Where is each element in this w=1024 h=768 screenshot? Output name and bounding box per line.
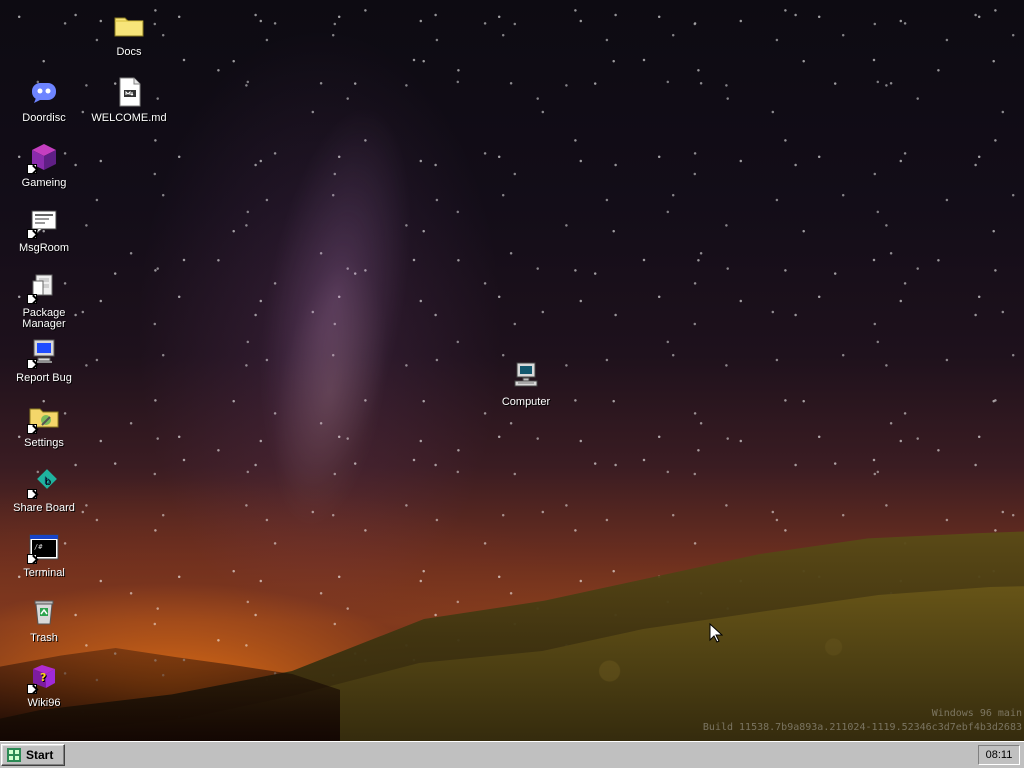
start-label: Start — [26, 748, 54, 762]
terminal-icon: /# — [27, 531, 60, 564]
shortcut-arrow-icon — [27, 294, 37, 304]
markdown-file-icon — [113, 76, 145, 108]
share-board-icon: b — [27, 466, 60, 499]
folder-icon — [113, 10, 145, 42]
start-logo-icon — [6, 747, 22, 763]
mouse-pointer-icon — [709, 622, 724, 643]
desktop-icon-label: Share Board — [13, 502, 75, 514]
taskbar: Start 08:11 — [0, 741, 1024, 768]
desktop-icon-label: Wiki96 — [27, 697, 61, 709]
desktop-icon-label: Doordisc — [22, 112, 66, 124]
computer-icon — [510, 360, 542, 392]
desktop-icon-label: Trash — [30, 632, 58, 644]
desktop-icon-docs[interactable]: Docs — [89, 10, 169, 58]
desktop-icon-computer[interactable]: Computer — [486, 360, 566, 408]
desktop-icon-gameing[interactable]: Gameing — [4, 141, 84, 189]
shortcut-arrow-icon — [27, 554, 37, 564]
start-button[interactable]: Start — [1, 744, 65, 766]
desktop-icon-msgroom[interactable]: MsgRoom — [4, 206, 84, 254]
desktop-icon-label: Settings — [24, 437, 64, 449]
taskbar-clock: 08:11 — [978, 745, 1020, 765]
desktop-icon-wiki96[interactable]: ? Wiki96 — [4, 661, 84, 709]
desktop-icon-doordisc[interactable]: Doordisc — [4, 76, 84, 124]
desktop-icon-label: MsgRoom — [18, 242, 70, 254]
desktop-icon-label: Docs — [116, 46, 142, 58]
shortcut-arrow-icon — [27, 164, 37, 174]
desktop-icon-terminal[interactable]: /# Terminal — [4, 531, 84, 579]
shortcut-arrow-icon — [27, 489, 37, 499]
desktop-icon-share-board[interactable]: b Share Board — [4, 466, 84, 514]
shortcut-arrow-icon — [27, 424, 37, 434]
desktop-icon-label: Computer — [501, 396, 551, 408]
chat-bot-icon — [28, 76, 60, 108]
settings-folder-icon — [27, 401, 60, 434]
svg-text:/#: /# — [34, 543, 43, 551]
package-icon — [27, 271, 60, 304]
desktop-icon-label: Package Manager — [22, 307, 66, 330]
desktop-icon-label: Terminal — [23, 567, 65, 579]
trash-can-icon — [28, 596, 60, 628]
shortcut-arrow-icon — [27, 359, 37, 369]
game-cube-icon — [27, 141, 60, 174]
desktop-icon-label: WELCOME.md — [91, 112, 167, 124]
desktop: Docs Doordisc WELCOME.md Gameing MsgRoom… — [0, 0, 1024, 741]
desktop-icon-welcome-md[interactable]: WELCOME.md — [89, 76, 169, 124]
svg-text:b: b — [44, 476, 50, 487]
computer-bug-icon — [27, 336, 60, 369]
desktop-icon-label: Report Bug — [16, 372, 72, 384]
desktop-icon-label: Gameing — [21, 177, 67, 189]
svg-text:?: ? — [40, 671, 46, 684]
shortcut-arrow-icon — [27, 229, 37, 239]
desktop-icon-settings[interactable]: Settings — [4, 401, 84, 449]
help-book-icon: ? — [27, 661, 60, 694]
desktop-icon-trash[interactable]: Trash — [4, 596, 84, 644]
desktop-icon-package-manager[interactable]: Package Manager — [4, 271, 84, 330]
desktop-icon-report-bug[interactable]: Report Bug — [4, 336, 84, 384]
milky-way-glow — [167, 5, 493, 655]
chat-window-icon — [27, 206, 60, 239]
shortcut-arrow-icon — [27, 684, 37, 694]
